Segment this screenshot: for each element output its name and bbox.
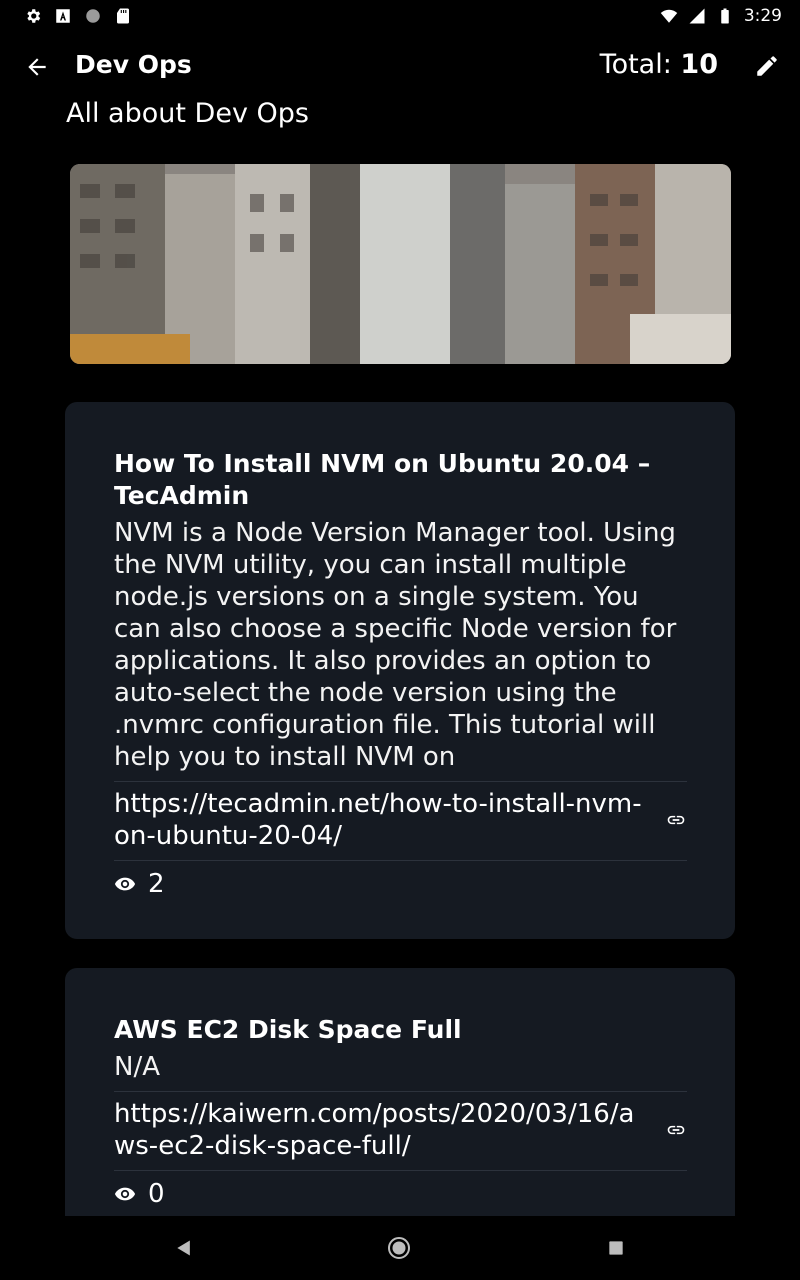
status-left-icons xyxy=(24,7,132,25)
link-icon[interactable] xyxy=(665,809,687,831)
view-count: 0 xyxy=(148,1179,165,1209)
edit-button[interactable] xyxy=(752,51,782,81)
back-button[interactable] xyxy=(22,52,52,82)
recents-square-icon xyxy=(609,1241,623,1255)
card-url[interactable]: https://tecadmin.net/how-to-install-nvm-… xyxy=(114,788,654,852)
collection-description: All about Dev Ops xyxy=(66,98,309,129)
city-street-photo xyxy=(70,164,731,364)
sd-card-icon xyxy=(117,8,129,24)
total-value: 10 xyxy=(680,49,718,80)
card-url[interactable]: https://kaiwern.com/posts/2020/03/16/aws… xyxy=(114,1098,654,1162)
circle-icon xyxy=(86,9,100,23)
nav-back-button[interactable] xyxy=(172,1236,196,1260)
wifi-icon xyxy=(660,9,678,23)
nav-recents-button[interactable] xyxy=(604,1236,628,1260)
views-row: 0 xyxy=(114,1171,687,1209)
eye-icon xyxy=(114,877,136,891)
app-bar: Dev Ops Total: 10 xyxy=(0,40,800,92)
settings-icon xyxy=(27,9,41,23)
page-title: Dev Ops xyxy=(75,50,192,79)
font-a-icon xyxy=(56,9,70,23)
status-bar: 3:29 xyxy=(0,0,800,32)
views-row: 2 xyxy=(114,861,687,899)
pencil-icon xyxy=(757,56,777,76)
eye-icon xyxy=(114,1187,136,1201)
nav-home-button[interactable] xyxy=(387,1236,411,1260)
status-right: 3:29 xyxy=(660,6,782,26)
arrow-left-icon xyxy=(28,58,46,76)
card-link-row[interactable]: https://tecadmin.net/how-to-install-nvm-… xyxy=(114,782,687,856)
total-label: Total: xyxy=(599,49,672,80)
view-count: 2 xyxy=(148,869,165,899)
status-time: 3:29 xyxy=(743,6,782,26)
signal-icon xyxy=(689,8,705,24)
link-card[interactable]: How To Install NVM on Ubuntu 20.04 – Tec… xyxy=(65,402,735,939)
system-nav-bar xyxy=(0,1216,800,1280)
card-link-row[interactable]: https://kaiwern.com/posts/2020/03/16/aws… xyxy=(114,1092,687,1166)
card-description: N/A xyxy=(114,1052,160,1082)
total-count: Total: 10 xyxy=(600,49,718,80)
card-title: How To Install NVM on Ubuntu 20.04 – Tec… xyxy=(114,449,651,510)
link-list[interactable]: How To Install NVM on Ubuntu 20.04 – Tec… xyxy=(65,402,735,1216)
hero-image xyxy=(70,164,731,364)
back-triangle-icon xyxy=(177,1240,190,1256)
card-description: NVM is a Node Version Manager tool. Usin… xyxy=(114,518,677,772)
card-title: AWS EC2 Disk Space Full xyxy=(114,1015,462,1044)
home-circle-icon xyxy=(388,1237,410,1259)
link-card[interactable]: AWS EC2 Disk Space Full N/A https://kaiw… xyxy=(65,968,735,1216)
link-icon[interactable] xyxy=(665,1119,687,1141)
battery-icon xyxy=(721,8,729,24)
